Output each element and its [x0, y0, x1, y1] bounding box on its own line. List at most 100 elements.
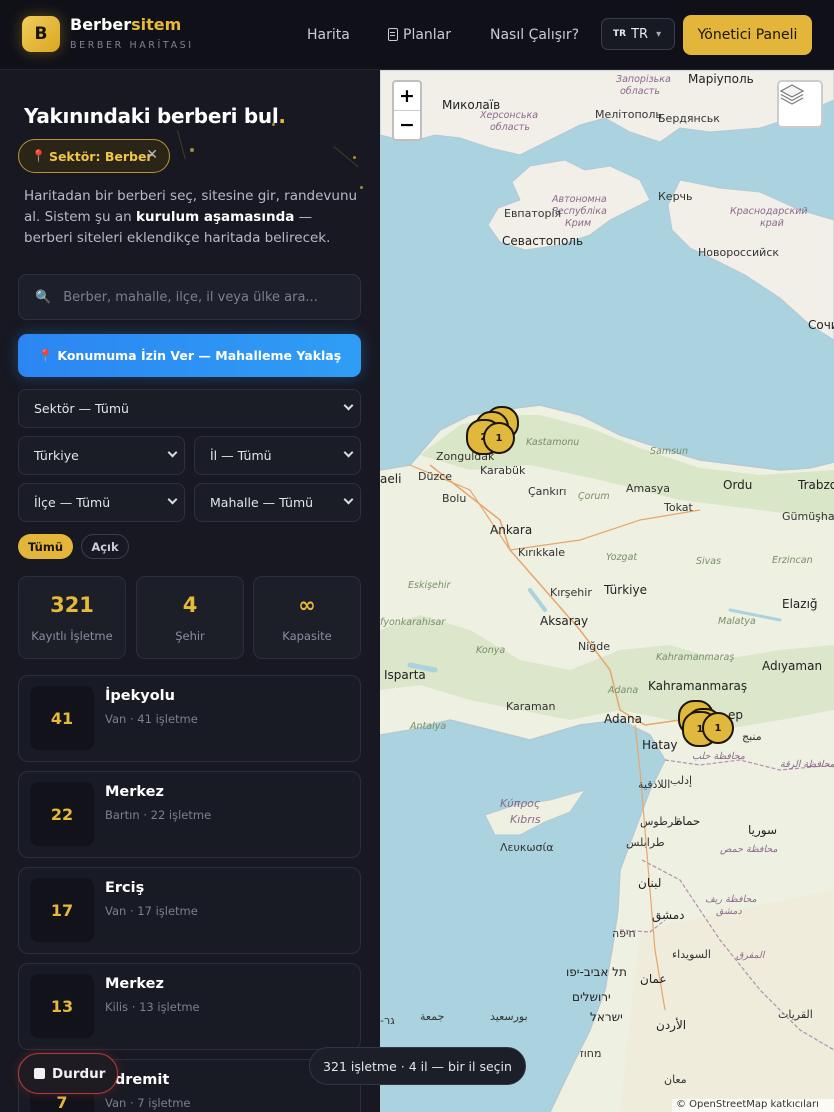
- map-label: عمان: [640, 972, 667, 986]
- map-label: ישראל: [590, 1010, 623, 1024]
- search-input[interactable]: [63, 289, 334, 305]
- stat-label: Kayıtlı İşletme: [31, 629, 113, 643]
- page-title-text: Yakınındaki berberi bul: [24, 104, 279, 128]
- location-name: İpekyolu: [105, 688, 175, 704]
- title-accent-dot: .: [278, 104, 286, 128]
- map-label: חיפה: [612, 927, 636, 940]
- country-select[interactable]: Türkiye: [18, 436, 185, 475]
- map-label: Евпаторія: [504, 207, 562, 220]
- brand-name[interactable]: Berbersitem: [70, 15, 181, 34]
- map-label: محافظة حمص: [720, 844, 778, 855]
- map-label: Керчь: [658, 190, 693, 203]
- page-title: Yakınındaki berberi bul.: [24, 104, 286, 128]
- pin-icon: 📍: [37, 347, 54, 363]
- map-marker-cluster[interactable]: 1: [702, 712, 734, 744]
- district-select[interactable]: İlçe — Tümü: [18, 483, 185, 522]
- flag-icon: TR: [613, 29, 627, 39]
- stat-card-cities: 4 Şehir: [136, 576, 244, 659]
- brand-accent: sitem: [131, 15, 182, 34]
- chevron-down-icon: ▾: [656, 28, 662, 40]
- map-label: Amasya: [626, 482, 670, 495]
- map-label: Автономна: [552, 194, 607, 205]
- map-label: Çorum: [578, 491, 610, 502]
- filter-all-button[interactable]: Tümü: [18, 534, 73, 559]
- map-label: Бердянськ: [658, 112, 720, 125]
- pin-icon: 📍: [31, 149, 46, 163]
- locate-me-button[interactable]: 📍 Konumuma İzin Ver — Mahalleme Yaklaş: [18, 334, 361, 377]
- zoom-control: + −: [392, 80, 422, 141]
- chevron-down-icon: [343, 494, 354, 505]
- map-label: Konya: [476, 645, 506, 656]
- location-name: Erciş: [105, 880, 145, 896]
- nav-planlar[interactable]: Planlar: [388, 27, 451, 43]
- map-label: край: [760, 218, 784, 229]
- chevron-down-icon: [343, 400, 354, 411]
- map-label: Isparta: [384, 668, 426, 682]
- search-box: 🔍: [18, 274, 361, 320]
- logo-letter: B: [34, 24, 48, 44]
- location-card[interactable]: 13 Merkez Kilis · 13 işletme: [18, 963, 361, 1050]
- stop-label: Durdur: [52, 1065, 106, 1082]
- map-label: Aksaray: [540, 614, 589, 628]
- zoom-in-button[interactable]: +: [394, 82, 420, 110]
- map-label: سوريا: [748, 823, 778, 837]
- filter-open-button[interactable]: Açık: [81, 534, 129, 559]
- map-label: Херсонська: [480, 110, 539, 121]
- stat-value: 4: [182, 593, 198, 617]
- sector-select[interactable]: Sektör — Tümü: [18, 389, 361, 428]
- stat-value: ∞: [298, 593, 316, 617]
- district-select-value: İlçe — Tümü: [34, 495, 111, 510]
- chevron-down-icon: [167, 447, 178, 458]
- sector-select-value: Sektör — Tümü: [34, 401, 129, 416]
- province-select[interactable]: İl — Tümü: [194, 436, 361, 475]
- map-label: Запорізька: [616, 74, 671, 85]
- sector-filter-chip[interactable]: 📍 Sektör: Berber ✕: [18, 139, 170, 173]
- stat-label: Kapasite: [282, 629, 332, 643]
- map-label: Tokat: [664, 501, 693, 514]
- decorative-dot: [353, 156, 356, 159]
- location-card[interactable]: 22 Merkez Bartın · 22 işletme: [18, 771, 361, 858]
- map-label: محافظة حلب: [692, 751, 745, 762]
- layers-icon[interactable]: [777, 80, 823, 128]
- map-view[interactable]: Запорізька область Маріуполь Миколаїв Хе…: [380, 70, 834, 1112]
- map-label: Краснодарский: [730, 206, 808, 217]
- language-select[interactable]: TR TR ▾: [601, 18, 675, 50]
- neighborhood-select[interactable]: Mahalle — Tümü: [194, 483, 361, 522]
- map-label: область: [490, 122, 530, 133]
- map-label: لبنان: [638, 876, 662, 890]
- location-card[interactable]: 41 İpekyolu Van · 41 işletme: [18, 675, 361, 762]
- map-label: -גר: [380, 1014, 395, 1027]
- decorative-dot: [190, 148, 194, 152]
- map-label: Kırşehir: [550, 586, 592, 599]
- location-card[interactable]: 17 Erciş Van · 17 işletme: [18, 867, 361, 954]
- map-label: دمشق: [716, 906, 742, 917]
- map-label: Sivas: [696, 556, 722, 567]
- map-label: fyonkarahisar: [380, 617, 446, 628]
- map-label: Kırıkkale: [518, 546, 565, 559]
- nav-planlar-label: Planlar: [403, 27, 452, 43]
- nav-nasil-calisir[interactable]: Nasıl Çalışır?: [490, 27, 579, 43]
- map-label: aeli: [380, 472, 402, 486]
- nav-harita[interactable]: Harita: [307, 27, 350, 43]
- map-label: Gümüşhane: [782, 510, 834, 523]
- map-label: الأردن: [656, 1018, 687, 1032]
- map-label: Trabzo: [798, 478, 834, 492]
- admin-panel-button[interactable]: Yönetici Paneli: [683, 15, 812, 55]
- zoom-out-button[interactable]: −: [394, 111, 420, 139]
- close-icon[interactable]: ✕: [146, 147, 158, 163]
- language-label: TR: [631, 26, 649, 42]
- map-marker-cluster[interactable]: 1: [483, 422, 515, 454]
- map-label: Kastamonu: [526, 437, 580, 448]
- map-label: Adana: [604, 712, 642, 726]
- stop-button[interactable]: Durdur: [18, 1053, 118, 1094]
- map-attribution[interactable]: © OpenStreetMap katkıcıları: [672, 1099, 834, 1112]
- map-label: Κύπρος: [500, 797, 541, 810]
- stat-card-capacity: ∞ Kapasite: [253, 576, 361, 659]
- chevron-down-icon: [343, 447, 354, 458]
- logo-icon[interactable]: B: [22, 16, 60, 52]
- map-label: область: [620, 86, 660, 97]
- location-count: 41: [30, 686, 94, 750]
- location-meta: Bartın · 22 işletme: [105, 808, 212, 822]
- map-label: إدلب: [670, 774, 693, 787]
- clipboard-icon: [388, 28, 398, 41]
